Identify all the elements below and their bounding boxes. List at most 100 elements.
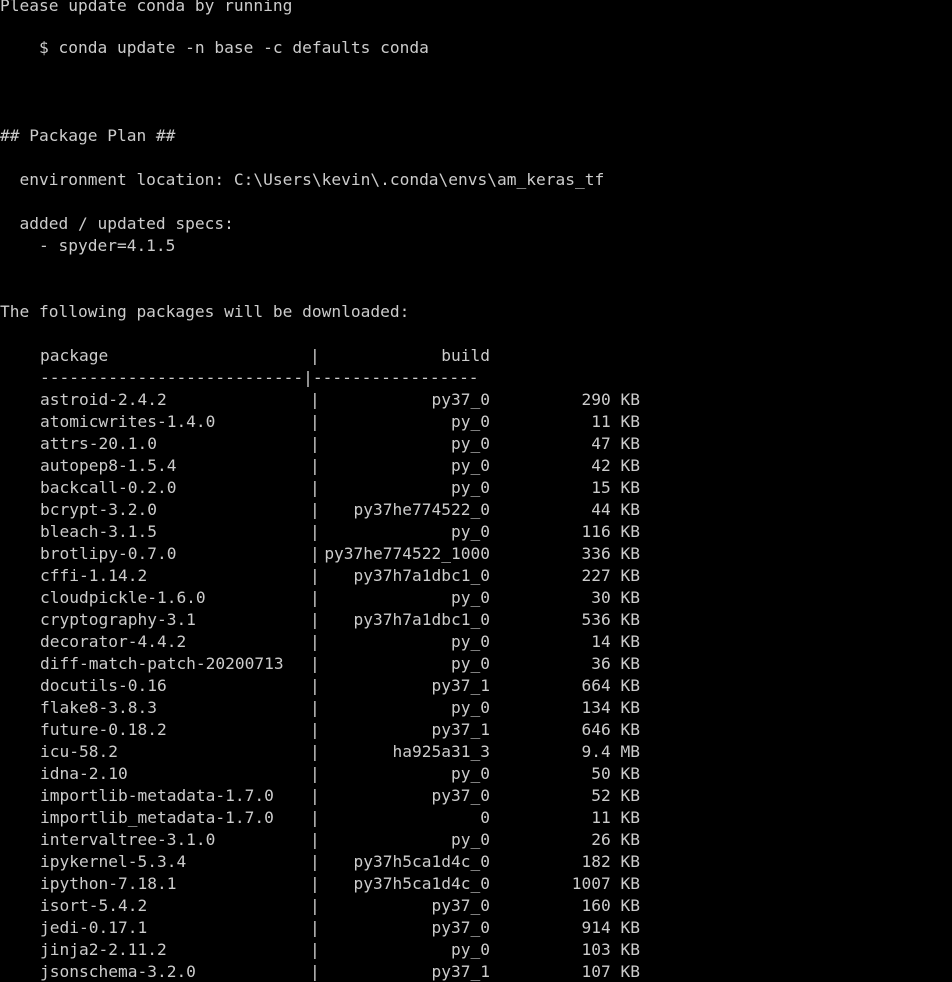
- package-build: 0: [480, 808, 490, 827]
- table-row: bcrypt-3.2.0 | py37he774522_0 44 KB: [0, 499, 952, 521]
- column-separator: |: [310, 896, 320, 915]
- package-build: py37_0: [431, 918, 490, 937]
- package-name: diff-match-patch-20200713: [40, 654, 284, 673]
- column-header-package: package: [40, 346, 109, 365]
- package-build: py_0: [451, 632, 490, 651]
- package-build: py37_1: [431, 962, 490, 981]
- table-row: jedi-0.17.1 | py37_0 914 KB: [0, 917, 952, 939]
- package-name: future-0.18.2: [40, 720, 167, 739]
- package-size: 646 KB: [581, 720, 640, 739]
- package-size: 14 KB: [591, 632, 640, 651]
- package-name: importlib_metadata-1.7.0: [40, 808, 274, 827]
- table-row: docutils-0.16 | py37_1 664 KB: [0, 675, 952, 697]
- table-row: bleach-3.1.5 | py_0 116 KB: [0, 521, 952, 543]
- package-build: py_0: [451, 522, 490, 541]
- table-row: idna-2.10 | py_0 50 KB: [0, 763, 952, 785]
- package-size: 336 KB: [581, 544, 640, 563]
- package-build: py_0: [451, 478, 490, 497]
- specs-heading: added / updated specs:: [0, 214, 234, 233]
- package-name: isort-5.4.2: [40, 896, 148, 915]
- package-name: cryptography-3.1: [40, 610, 196, 629]
- package-build: py37he774522_0: [353, 500, 490, 519]
- table-row: jsonschema-3.2.0 | py37_1 107 KB: [0, 961, 952, 982]
- package-build: py_0: [451, 830, 490, 849]
- environment-location: environment location: C:\Users\kevin\.co…: [0, 170, 605, 189]
- package-size: 30 KB: [591, 588, 640, 607]
- column-separator: |: [310, 852, 320, 871]
- package-name: bleach-3.1.5: [40, 522, 157, 541]
- package-build: py37_0: [431, 786, 490, 805]
- package-build: py37h5ca1d4c_0: [353, 874, 490, 893]
- package-build: py37h5ca1d4c_0: [353, 852, 490, 871]
- package-size: 914 KB: [581, 918, 640, 937]
- package-build: py_0: [451, 764, 490, 783]
- package-name: jinja2-2.11.2: [40, 940, 167, 959]
- column-separator: |: [310, 786, 320, 805]
- table-row: icu-58.2 | ha925a31_3 9.4 MB: [0, 741, 952, 763]
- column-separator: |: [310, 566, 320, 585]
- table-divider-row: ---------------------------|------------…: [0, 367, 479, 389]
- table-row: cloudpickle-1.6.0 | py_0 30 KB: [0, 587, 952, 609]
- table-row: cryptography-3.1 | py37h7a1dbc1_0 536 KB: [0, 609, 952, 631]
- package-size: 664 KB: [581, 676, 640, 695]
- column-separator: |: [310, 478, 320, 497]
- table-row: flake8-3.8.3 | py_0 134 KB: [0, 697, 952, 719]
- package-build: py37_0: [431, 390, 490, 409]
- package-name: icu-58.2: [40, 742, 118, 761]
- column-separator: |: [310, 940, 320, 959]
- update-notice: Please update conda by running: [0, 0, 293, 15]
- table-row: autopep8-1.5.4 | py_0 42 KB: [0, 455, 952, 477]
- package-size: 227 KB: [581, 566, 640, 585]
- column-separator: |: [310, 676, 320, 695]
- package-build: py37_0: [431, 896, 490, 915]
- package-size: 47 KB: [591, 434, 640, 453]
- column-separator: |: [310, 544, 320, 563]
- column-separator: |: [310, 390, 320, 409]
- package-name: idna-2.10: [40, 764, 128, 783]
- terminal-window[interactable]: Please update conda by running $ conda u…: [0, 0, 952, 982]
- package-build: py37_1: [431, 720, 490, 739]
- package-size: 42 KB: [591, 456, 640, 475]
- package-size: 9.4 MB: [581, 742, 640, 761]
- table-row: future-0.18.2 | py37_1 646 KB: [0, 719, 952, 741]
- table-row: backcall-0.2.0 | py_0 15 KB: [0, 477, 952, 499]
- column-separator: |: [310, 654, 320, 673]
- package-size: 52 KB: [591, 786, 640, 805]
- package-name: ipython-7.18.1: [40, 874, 177, 893]
- package-name: backcall-0.2.0: [40, 478, 177, 497]
- column-separator: |: [310, 808, 320, 827]
- table-header: package | build: [0, 345, 952, 367]
- table-row: cffi-1.14.2 | py37h7a1dbc1_0 227 KB: [0, 565, 952, 587]
- package-size: 160 KB: [581, 896, 640, 915]
- package-size: 15 KB: [591, 478, 640, 497]
- column-separator: |: [310, 610, 320, 629]
- package-build: ha925a31_3: [392, 742, 490, 761]
- update-command: $ conda update -n base -c defaults conda: [0, 38, 429, 57]
- package-name: flake8-3.8.3: [40, 698, 157, 717]
- column-separator: |: [310, 522, 320, 541]
- column-separator: |: [310, 918, 320, 937]
- package-size: 1007 KB: [571, 874, 640, 893]
- table-row: importlib-metadata-1.7.0 | py37_0 52 KB: [0, 785, 952, 807]
- download-heading: The following packages will be downloade…: [0, 302, 410, 321]
- column-separator: |: [310, 500, 320, 519]
- column-separator: |: [310, 698, 320, 717]
- package-build: py37h7a1dbc1_0: [353, 566, 490, 585]
- package-size: 50 KB: [591, 764, 640, 783]
- package-size: 44 KB: [591, 500, 640, 519]
- table-row: importlib_metadata-1.7.0 | 0 11 KB: [0, 807, 952, 829]
- column-header-build: build: [441, 346, 490, 365]
- package-size: 182 KB: [581, 852, 640, 871]
- table-row: isort-5.4.2 | py37_0 160 KB: [0, 895, 952, 917]
- table-divider: ---------------------------|------------…: [40, 368, 479, 387]
- column-separator: |: [310, 874, 320, 893]
- package-build: py_0: [451, 940, 490, 959]
- package-build: py37h7a1dbc1_0: [353, 610, 490, 629]
- table-row: astroid-2.4.2 | py37_0 290 KB: [0, 389, 952, 411]
- package-size: 134 KB: [581, 698, 640, 717]
- package-size: 290 KB: [581, 390, 640, 409]
- package-size: 536 KB: [581, 610, 640, 629]
- table-row: ipykernel-5.3.4 | py37h5ca1d4c_0 182 KB: [0, 851, 952, 873]
- package-name: cffi-1.14.2: [40, 566, 148, 585]
- package-build: py_0: [451, 588, 490, 607]
